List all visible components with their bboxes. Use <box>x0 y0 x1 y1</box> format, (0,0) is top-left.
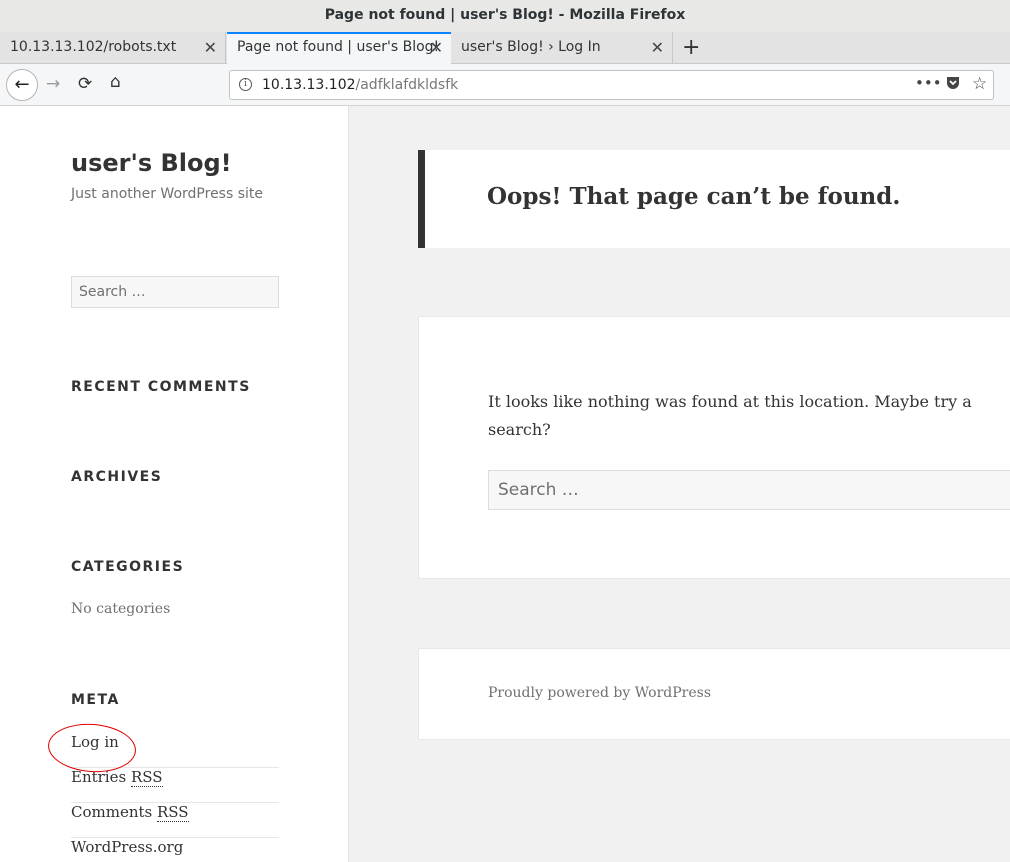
navigation-toolbar: ← → ⟳ ⌂ i 10.13.13.102/adfklafdkldsfk ••… <box>0 64 1010 106</box>
tab-robots[interactable]: 10.13.13.102/robots.txt ✕ <box>0 32 226 64</box>
url-text[interactable]: 10.13.13.102/adfklafdkldsfk <box>262 77 458 93</box>
page-actions-icon[interactable]: ••• <box>915 74 942 92</box>
tab-page-not-found[interactable]: Page not found | user's Blog! ✕ <box>227 32 451 65</box>
meta-link-wordpress-org[interactable]: WordPress.org <box>71 838 279 862</box>
categories-empty-text: No categories <box>71 601 171 617</box>
info-icon[interactable]: i <box>239 78 252 91</box>
recent-comments-title: RECENT COMMENTS <box>71 379 251 395</box>
address-bar[interactable]: i 10.13.13.102/adfklafdkldsfk ••• ☆ <box>229 70 994 100</box>
site-description: Just another WordPress site <box>71 186 264 202</box>
tab-login[interactable]: user's Blog! › Log In ✕ <box>451 32 673 64</box>
footer-credit-link[interactable]: Proudly powered by WordPress <box>488 685 711 701</box>
page-header-card: Oops! That page can’t be found. <box>418 150 1010 248</box>
pocket-icon[interactable] <box>945 75 961 95</box>
meta-link-entries-rss[interactable]: Entries RSS <box>71 768 279 803</box>
page-title: Oops! That page can’t be found. <box>487 183 901 210</box>
rss-abbr: RSS <box>157 803 189 822</box>
window-title: Page not found | user's Blog! - Mozilla … <box>324 7 686 23</box>
rss-abbr: RSS <box>130 768 163 787</box>
main-search-input[interactable]: Search … <box>488 470 1010 510</box>
close-icon[interactable]: ✕ <box>651 38 664 57</box>
window-titlebar: Page not found | user's Blog! - Mozilla … <box>0 0 1010 32</box>
tab-label: Page not found | user's Blog! <box>237 39 440 55</box>
meta-link-comments-rss[interactable]: Comments RSS <box>71 803 279 838</box>
meta-title: META <box>71 692 120 708</box>
close-icon[interactable]: ✕ <box>204 38 217 57</box>
sidebar-search-input[interactable]: Search … <box>71 276 279 308</box>
tab-strip: 10.13.13.102/robots.txt ✕ Page not found… <box>0 32 1010 65</box>
back-arrow-icon: ← <box>14 74 30 95</box>
sidebar: user's Blog! Just another WordPress site… <box>0 106 349 862</box>
archives-title: ARCHIVES <box>71 469 163 485</box>
page-content-card: It looks like nothing was found at this … <box>418 316 1010 579</box>
tab-label: user's Blog! › Log In <box>461 39 601 55</box>
url-host: 10.13.13.102 <box>262 77 356 93</box>
page-viewport: user's Blog! Just another WordPress site… <box>0 106 1010 862</box>
categories-title: CATEGORIES <box>71 559 185 575</box>
comments-label: Comments <box>71 803 157 821</box>
wordpress-org-link[interactable]: WordPress.org <box>71 838 183 856</box>
site-footer: Proudly powered by WordPress <box>418 648 1010 740</box>
home-button[interactable]: ⌂ <box>110 72 121 92</box>
close-icon[interactable]: ✕ <box>430 38 443 57</box>
new-tab-button[interactable]: + <box>682 35 700 60</box>
forward-button[interactable]: → <box>46 74 60 94</box>
reload-button[interactable]: ⟳ <box>78 74 92 94</box>
back-button[interactable]: ← <box>6 69 38 101</box>
tab-label: 10.13.13.102/robots.txt <box>10 39 177 55</box>
site-title[interactable]: user's Blog! <box>71 149 232 177</box>
bookmark-star-icon[interactable]: ☆ <box>972 74 987 94</box>
url-path: /adfklafdkldsfk <box>355 77 459 93</box>
not-found-message: It looks like nothing was found at this … <box>488 392 972 439</box>
